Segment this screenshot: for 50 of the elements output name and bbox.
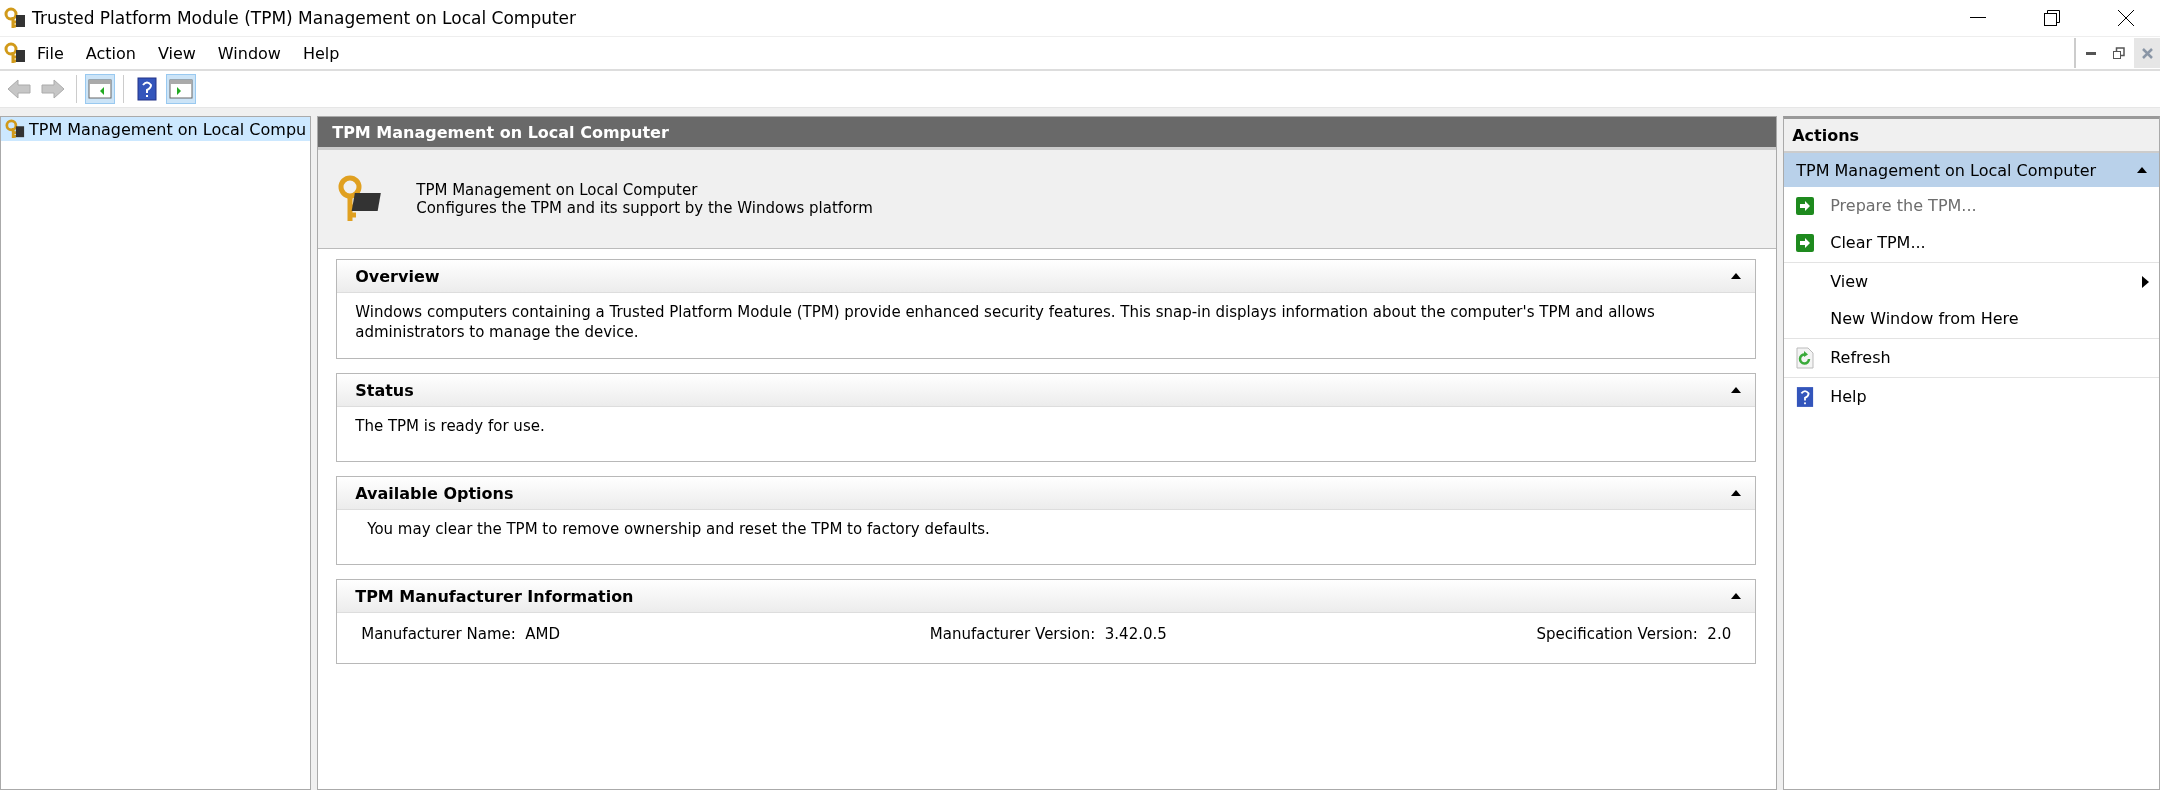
- field-text: Manufacturer Version: 3.42.0.5: [929, 625, 1167, 643]
- submenu-arrow-icon: [2142, 275, 2149, 288]
- key-icon: [4, 42, 26, 64]
- field-text: Specification Version: 2.0: [1536, 625, 1732, 643]
- section-text: The TPM is ready for use.: [354, 416, 546, 437]
- action-pane-entry[interactable]: Clear TPM...: [1784, 224, 2159, 261]
- field-text: Manufacturer Name: AMD: [361, 625, 561, 643]
- close-icon: [2141, 47, 2153, 59]
- action-pane-entry[interactable]: View: [1784, 262, 2159, 300]
- section-title: Overview: [355, 266, 440, 286]
- minimize-icon: [1970, 17, 1986, 19]
- collapse-icon[interactable]: [1731, 593, 1742, 599]
- action-pane-entry[interactable]: New Window from Here: [1784, 300, 2159, 337]
- menu-item[interactable]: Window: [206, 43, 292, 63]
- action-group-header[interactable]: TPM Management on Local Computer: [1784, 153, 2159, 187]
- action-pane-entry[interactable]: Help: [1784, 377, 2159, 415]
- key-icon: [4, 7, 26, 29]
- help-icon: [1796, 385, 1815, 408]
- key-icon: [5, 119, 25, 139]
- section-title: Available Options: [355, 483, 514, 503]
- action-pane-entry[interactable]: Refresh: [1784, 338, 2159, 376]
- menu-item[interactable]: Help: [291, 43, 351, 63]
- section-title: Status: [355, 380, 414, 400]
- section-text: Windows computers containing a Trusted Platform Module (TPM) provide enhanced security features. This snap-in displays information about the computer's TPM and allows administrators to manage the device.: [354, 302, 1656, 343]
- restore-icon: [2044, 10, 2060, 26]
- back-arrow-icon: [7, 79, 31, 99]
- action-pane-icon: [169, 79, 193, 99]
- intro-title: TPM Management on Local Computer: [416, 181, 699, 199]
- forward-arrow-icon: [41, 79, 65, 99]
- action-group-title: TPM Management on Local Computer: [1796, 160, 2097, 180]
- minimize-icon: [2086, 51, 2096, 55]
- menu-item[interactable]: View: [146, 43, 207, 63]
- pane-header: TPM Management on Local Computer: [318, 117, 1777, 150]
- console-tree-icon: [88, 79, 112, 99]
- collapse-icon[interactable]: [1731, 387, 1742, 393]
- collapse-icon[interactable]: [2137, 167, 2147, 173]
- menu-item[interactable]: File: [26, 43, 75, 63]
- restore-icon: [2113, 47, 2125, 59]
- close-icon: [2118, 10, 2134, 26]
- refresh-icon: [1796, 346, 1815, 369]
- tree-item[interactable]: TPM Management on Local Compu: [1, 117, 311, 141]
- section-title: TPM Manufacturer Information: [355, 586, 634, 606]
- help-icon: [137, 77, 157, 101]
- intro-description: Configures the TPM and its support by the Windows platform: [416, 199, 873, 217]
- window-title: Trusted Platform Module (TPM) Management on Local Computer: [32, 8, 578, 28]
- menu-item[interactable]: Action: [74, 43, 147, 63]
- collapse-icon[interactable]: [1731, 490, 1742, 496]
- collapse-icon[interactable]: [1731, 273, 1742, 279]
- actions-header: Actions: [1784, 119, 2159, 153]
- section-text: You may clear the TPM to remove ownership and reset the TPM to factory defaults.: [366, 519, 991, 540]
